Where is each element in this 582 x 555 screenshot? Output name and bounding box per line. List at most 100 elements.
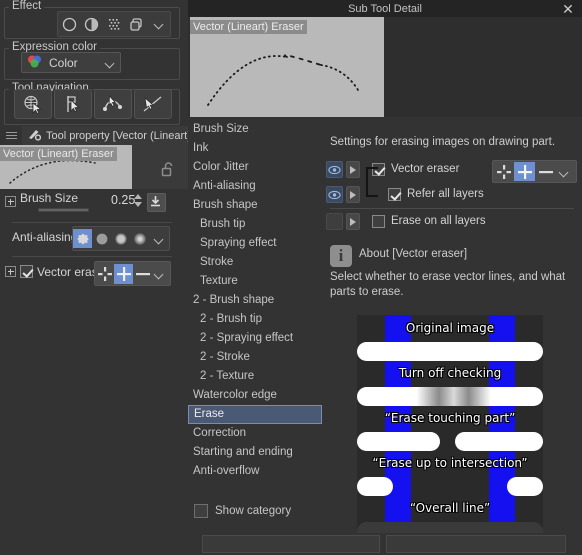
erase-on-all-layers-checkbox[interactable] <box>372 215 385 228</box>
anti-aliasing-option-weak[interactable] <box>92 229 111 248</box>
bottom-cell <box>386 535 566 553</box>
vector-eraser-expand-icon[interactable] <box>5 266 16 277</box>
vector-eraser-checkbox[interactable] <box>20 265 33 278</box>
show-category-row[interactable]: Show category <box>194 504 291 518</box>
unlocked-padlock-icon[interactable] <box>161 161 176 180</box>
sub-tool-detail-window: Sub Tool Detail ✕ Vector (Lineart) Erase… <box>188 0 582 555</box>
mode-erase-up-to-intersection-icon[interactable] <box>114 263 133 284</box>
about-body: Select whether to erase vector lines, an… <box>330 271 566 298</box>
mode-erase-touching-part-icon[interactable] <box>95 264 114 284</box>
divider <box>12 222 172 223</box>
triangle-right-icon[interactable] <box>346 161 360 178</box>
category-item[interactable]: Spraying effect <box>188 234 322 253</box>
category-item[interactable]: 2 - Spraying effect <box>188 329 322 348</box>
category-item[interactable]: Erase <box>188 405 322 424</box>
category-items: Brush Size Ink Color Jitter Anti-aliasing Br… <box>188 120 322 481</box>
effect-icon-strip[interactable] <box>57 11 171 37</box>
anti-aliasing-options[interactable] <box>72 226 170 251</box>
illustration-caption: “Erase up to intersection” <box>372 456 528 470</box>
left-panel: Effect Expression color Color Tool navig… <box>0 0 188 555</box>
tool-property-preview: Vector (Lineart) Eraser <box>0 145 188 189</box>
category-item[interactable]: Brush Size <box>188 120 322 139</box>
category-item[interactable]: 2 - Brush tip <box>188 310 322 329</box>
triangle-right-icon[interactable] <box>346 213 360 230</box>
tool-property-header: Tool property [Vector (Lineart) <box>0 126 188 145</box>
category-item[interactable]: Ink <box>188 139 322 158</box>
chevron-down-icon[interactable] <box>104 57 116 69</box>
category-item[interactable]: Texture <box>188 272 322 291</box>
brush-size-slider[interactable] <box>38 208 89 212</box>
layered-squares-icon[interactable] <box>125 13 147 35</box>
vector-eraser-row: Vector eraser <box>0 261 188 286</box>
category-item[interactable]: Starting and ending <box>188 443 322 462</box>
brush-size-import-icon[interactable] <box>147 193 166 212</box>
option-row-erase-on-all-layers: Erase on all layers <box>322 210 582 235</box>
brush-size-spinner-icon[interactable] <box>134 194 143 207</box>
vector-path-icon[interactable] <box>94 89 132 119</box>
window-title: Sub Tool Detail <box>348 2 422 15</box>
category-item[interactable]: 2 - Texture <box>188 367 322 386</box>
illustration-line <box>455 432 543 451</box>
circle-outline-icon[interactable] <box>58 13 80 35</box>
settings-description: Settings for erasing images on drawing p… <box>330 136 556 148</box>
option-row-refer-all-layers: Refer all layers <box>322 183 582 208</box>
tool-property-icon <box>27 128 42 144</box>
preview-label: Vector (Lineart) Eraser <box>190 20 307 34</box>
illustration-line <box>507 477 543 496</box>
category-item[interactable]: Watercolor edge <box>188 386 322 405</box>
chevron-down-icon[interactable] <box>149 229 168 248</box>
category-item[interactable]: Brush tip <box>188 215 322 234</box>
close-icon[interactable]: ✕ <box>558 0 578 17</box>
settings-pane: Settings for erasing images on drawing p… <box>322 120 582 540</box>
mode-erase-touching-part-icon[interactable] <box>493 162 514 181</box>
category-item[interactable]: Correction <box>188 424 322 443</box>
mode-erase-up-to-intersection-icon[interactable] <box>514 162 535 181</box>
expression-color-select[interactable]: Color <box>21 52 121 73</box>
color-circles-icon <box>26 54 43 72</box>
control-point-icon[interactable] <box>54 89 92 119</box>
divider <box>330 208 574 209</box>
category-item[interactable]: Anti-overflow <box>188 462 322 481</box>
eye-icon[interactable] <box>326 186 343 203</box>
chevron-down-icon[interactable] <box>556 162 572 181</box>
category-item[interactable]: Brush shape <box>188 196 322 215</box>
triangle-right-icon[interactable] <box>346 186 360 203</box>
vector-eraser-modes[interactable] <box>94 261 171 286</box>
tool-preview-name: Vector (Lineart) Eraser <box>0 147 117 161</box>
group-bracket <box>366 167 378 197</box>
app-root: Effect Expression color Color Tool navig… <box>0 0 582 555</box>
illustration-caption: “Overall line” <box>409 501 491 515</box>
object-select-icon[interactable] <box>14 89 52 119</box>
chevron-down-icon[interactable] <box>152 264 166 284</box>
category-item[interactable]: Anti-aliasing <box>188 177 322 196</box>
window-titlebar[interactable]: Sub Tool Detail <box>188 0 582 17</box>
brush-size-value[interactable]: 0.25 <box>111 193 135 207</box>
category-item[interactable]: 2 - Brush shape <box>188 291 322 310</box>
brush-size-expand-icon[interactable] <box>5 196 16 207</box>
line-correction-icon[interactable] <box>134 89 172 119</box>
show-category-checkbox[interactable] <box>194 504 208 518</box>
anti-aliasing-option-none[interactable] <box>73 229 92 248</box>
category-item[interactable]: Color Jitter <box>188 158 322 177</box>
anti-aliasing-option-medium[interactable] <box>111 229 130 248</box>
eye-icon[interactable] <box>326 213 343 230</box>
settings-vector-eraser-modes[interactable] <box>492 160 577 183</box>
expression-color-value: Color <box>49 55 78 70</box>
category-item[interactable]: Stroke <box>188 253 322 272</box>
halftone-dots-icon[interactable] <box>103 13 125 35</box>
half-shaded-circle-icon[interactable] <box>80 13 102 35</box>
info-icon: i <box>330 245 352 267</box>
refer-all-layers-label: Refer all layers <box>407 188 484 200</box>
eye-icon[interactable] <box>326 161 343 178</box>
chevron-down-icon[interactable] <box>148 13 170 35</box>
mode-overall-line-icon[interactable] <box>535 162 556 181</box>
category-list[interactable]: Brush Size Ink Color Jitter Anti-aliasing Br… <box>188 120 322 532</box>
hamburger-menu-icon[interactable] <box>0 126 22 145</box>
category-item[interactable]: 2 - Stroke <box>188 348 322 367</box>
preview-band: Vector (Lineart) Eraser <box>188 17 582 117</box>
anti-aliasing-option-strong[interactable] <box>130 229 149 248</box>
tool-property-title: Tool property [Vector (Lineart) <box>46 129 188 142</box>
tool-property-titlebar: Tool property [Vector (Lineart) <box>22 126 188 145</box>
mode-overall-line-icon[interactable] <box>133 264 152 284</box>
refer-all-layers-checkbox[interactable] <box>388 188 401 201</box>
